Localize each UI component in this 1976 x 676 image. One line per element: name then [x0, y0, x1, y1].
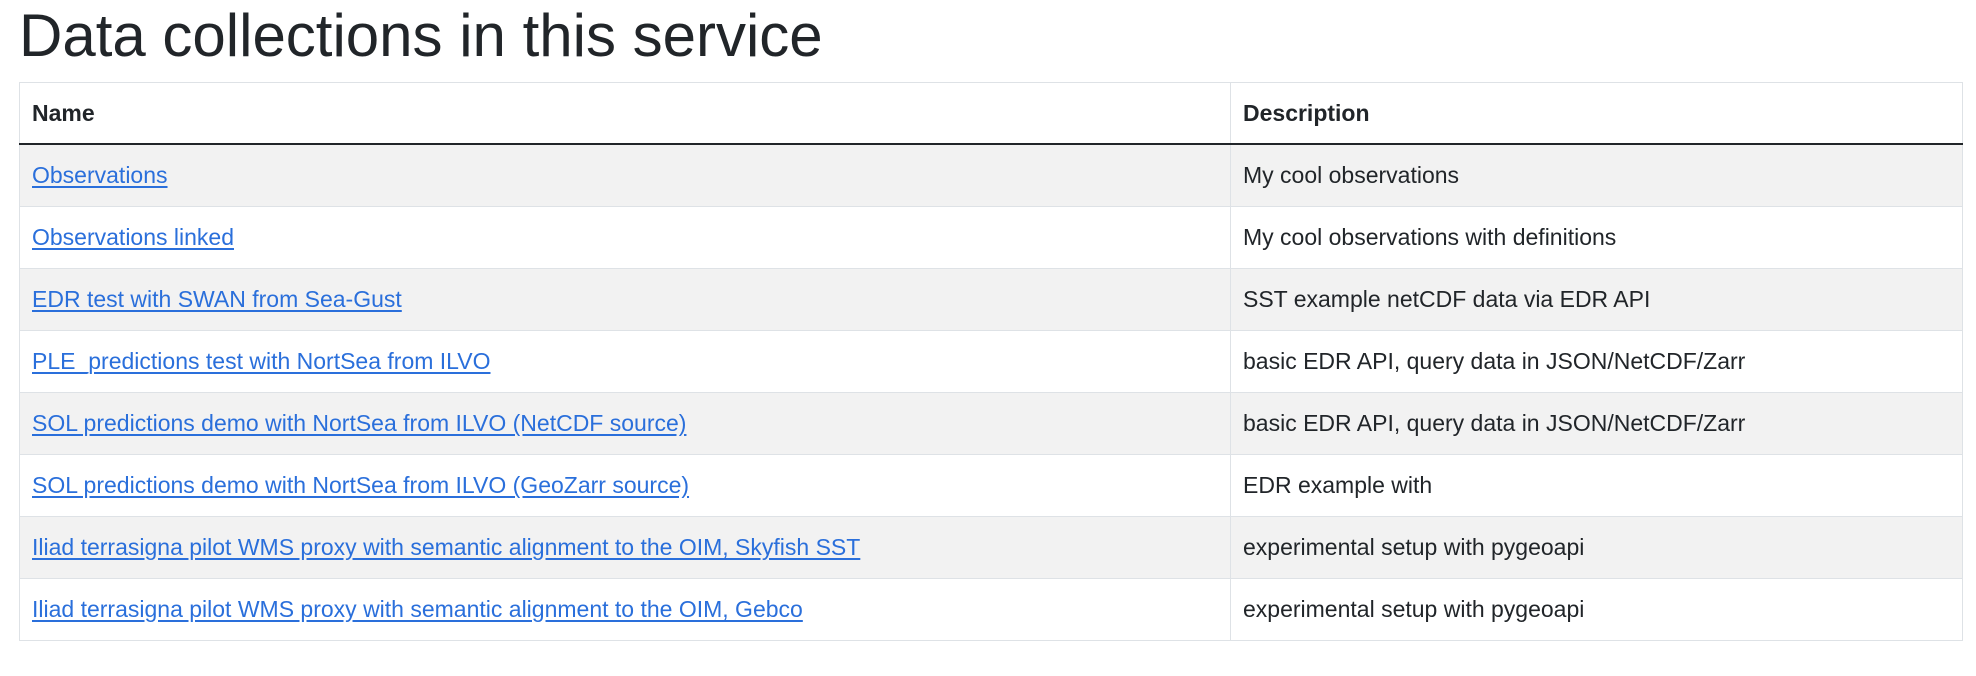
description-cell: SST example netCDF data via EDR API: [1230, 268, 1963, 331]
collections-table: Name Description Observations My cool ob…: [19, 82, 1963, 641]
table-body: Observations My cool observations Observ…: [19, 143, 1963, 641]
name-cell: Observations linked: [19, 206, 1231, 269]
collection-link[interactable]: Observations linked: [32, 224, 234, 250]
table-header: Name Description: [19, 82, 1963, 145]
table-row: EDR test with SWAN from Sea-Gust SST exa…: [19, 268, 1963, 331]
collection-link[interactable]: SOL predictions demo with NortSea from I…: [32, 472, 689, 498]
page-container: Data collections in this service Name De…: [0, 0, 1976, 641]
collection-link[interactable]: SOL predictions demo with NortSea from I…: [32, 410, 686, 436]
name-cell: Iliad terrasigna pilot WMS proxy with se…: [19, 516, 1231, 579]
description-cell: experimental setup with pygeoapi: [1230, 516, 1963, 579]
collection-link[interactable]: PLE_predictions test with NortSea from I…: [32, 348, 491, 374]
description-cell: My cool observations with definitions: [1230, 206, 1963, 269]
table-row: Observations linked My cool observations…: [19, 206, 1963, 269]
table-row: Iliad terrasigna pilot WMS proxy with se…: [19, 516, 1963, 579]
description-cell: basic EDR API, query data in JSON/NetCDF…: [1230, 330, 1963, 393]
column-header-name: Name: [19, 82, 1231, 145]
page-title: Data collections in this service: [19, 2, 823, 69]
name-cell: Iliad terrasigna pilot WMS proxy with se…: [19, 578, 1231, 641]
collection-link[interactable]: Observations: [32, 162, 168, 188]
column-header-description: Description: [1230, 82, 1963, 145]
description-cell: EDR example with: [1230, 454, 1963, 517]
description-cell: experimental setup with pygeoapi: [1230, 578, 1963, 641]
name-cell: Observations: [19, 143, 1231, 207]
table-row: PLE_predictions test with NortSea from I…: [19, 330, 1963, 393]
collection-link[interactable]: EDR test with SWAN from Sea-Gust: [32, 286, 402, 312]
description-cell: basic EDR API, query data in JSON/NetCDF…: [1230, 392, 1963, 455]
name-cell: PLE_predictions test with NortSea from I…: [19, 330, 1231, 393]
name-cell: SOL predictions demo with NortSea from I…: [19, 392, 1231, 455]
name-cell: EDR test with SWAN from Sea-Gust: [19, 268, 1231, 331]
collection-link[interactable]: Iliad terrasigna pilot WMS proxy with se…: [32, 534, 860, 560]
table-row: Observations My cool observations: [19, 143, 1963, 207]
table-header-row: Name Description: [19, 82, 1963, 145]
collection-link[interactable]: Iliad terrasigna pilot WMS proxy with se…: [32, 596, 803, 622]
table-row: SOL predictions demo with NortSea from I…: [19, 392, 1963, 455]
table-row: Iliad terrasigna pilot WMS proxy with se…: [19, 578, 1963, 641]
name-cell: SOL predictions demo with NortSea from I…: [19, 454, 1231, 517]
table-row: SOL predictions demo with NortSea from I…: [19, 454, 1963, 517]
description-cell: My cool observations: [1230, 143, 1963, 207]
